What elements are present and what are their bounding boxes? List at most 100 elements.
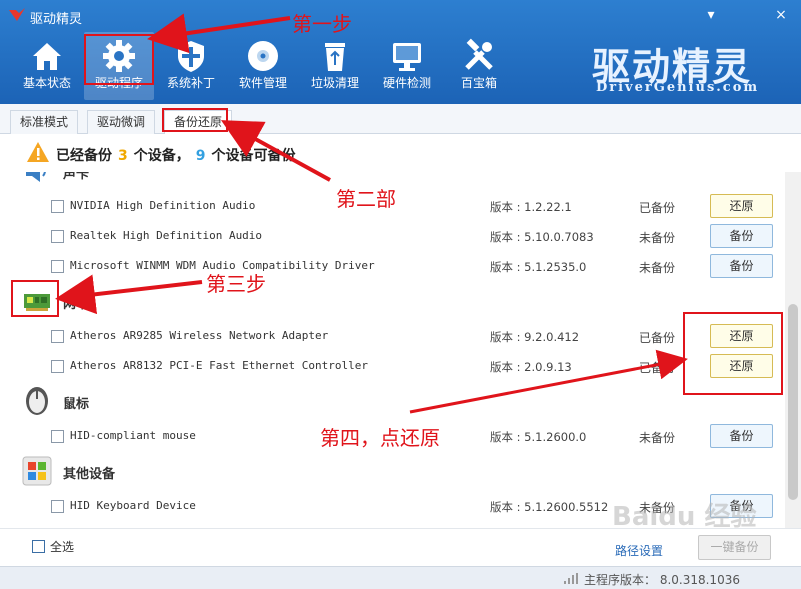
- window-title: 驱动精灵: [30, 12, 83, 27]
- device-checkbox[interactable]: [51, 430, 64, 443]
- device-row: NVIDIA High Definition Audio 版本 : 1.2.22…: [0, 192, 785, 222]
- category-mouse: 鼠标: [0, 384, 785, 418]
- toolbar-item-basic-status[interactable]: 基本状态: [12, 32, 82, 100]
- device-name: HID Keyboard Device: [70, 499, 196, 512]
- select-all-label[interactable]: 全选: [50, 538, 74, 555]
- backup-summary: 已经备份 3 个设备， 9 个设备可备份: [0, 134, 801, 172]
- tab-strip: 标准模式 驱动微调 备份还原: [0, 104, 801, 135]
- device-name: HID-compliant mouse: [70, 429, 196, 442]
- category-name: 声卡: [63, 172, 90, 182]
- device-list: 声卡 NVIDIA High Definition Audio 版本 : 1.2…: [0, 172, 785, 528]
- backup-button[interactable]: 备份: [710, 224, 773, 248]
- backup-status: 未备份: [639, 431, 676, 445]
- toolbar-label: 驱动程序: [94, 76, 143, 90]
- toolbar-item-system-patch[interactable]: 系统补丁: [156, 32, 226, 100]
- available-count: 9: [195, 148, 206, 164]
- toolbar-label: 百宝箱: [460, 76, 497, 90]
- scroll-thumb[interactable]: [788, 304, 798, 500]
- list-scrollbar[interactable]: [785, 172, 801, 528]
- summary-mid: 个设备，: [133, 148, 190, 164]
- backup-status: 已备份: [639, 331, 676, 345]
- top-bar: 驱动精灵 ▾ × 基本状态 驱动程序 系统补丁 软件管理 垃圾清理 硬件检测 百…: [0, 0, 801, 104]
- recycle-bin-icon: [325, 43, 345, 71]
- toolbar-item-cleanup[interactable]: 垃圾清理: [300, 32, 370, 100]
- minimize-button[interactable]: ▾: [700, 5, 722, 25]
- toolbar-label: 系统补丁: [166, 76, 215, 90]
- category-name: 其他设备: [63, 467, 116, 482]
- app-logo-icon: [9, 8, 25, 21]
- disc-icon: [248, 41, 278, 71]
- warning-icon: [27, 142, 49, 162]
- device-checkbox[interactable]: [51, 360, 64, 373]
- device-checkbox[interactable]: [51, 230, 64, 243]
- select-all-checkbox[interactable]: [32, 540, 45, 553]
- backup-button[interactable]: 备份: [710, 254, 773, 278]
- shield-icon: [178, 41, 204, 72]
- status-bar: 主程序版本： 8.0.318.1036: [0, 566, 801, 589]
- tab-backup-restore[interactable]: 备份还原: [164, 110, 233, 135]
- category-network: 网卡: [0, 284, 785, 318]
- restore-button[interactable]: 还原: [710, 324, 773, 348]
- backed-count: 3: [118, 148, 128, 164]
- toolbar-item-toolbox[interactable]: 百宝箱: [444, 32, 514, 100]
- device-row: Atheros AR8132 PCI-E Fast Ethernet Contr…: [0, 352, 785, 382]
- toolbar-label: 基本状态: [22, 76, 71, 90]
- device-checkbox[interactable]: [51, 200, 64, 213]
- footer-bar: 全选 路径设置 一键备份: [0, 528, 801, 566]
- toolbar-item-drivers[interactable]: 驱动程序: [84, 32, 154, 100]
- backup-status: 已备份: [639, 201, 676, 215]
- category-name: 网卡: [63, 297, 90, 312]
- one-click-backup-button[interactable]: 一键备份: [698, 535, 771, 560]
- device-name: Atheros AR9285 Wireless Network Adapter: [70, 329, 329, 342]
- gear-icon: [103, 40, 135, 72]
- program-version: 主程序版本： 8.0.318.1036: [584, 573, 740, 587]
- restore-button[interactable]: 还原: [710, 194, 773, 218]
- device-name: Realtek High Definition Audio: [70, 229, 263, 242]
- watermark: Baidu 经验: [612, 502, 757, 532]
- brand-en: DriverGenius.com: [596, 80, 760, 95]
- device-checkbox[interactable]: [51, 500, 64, 513]
- category-audio: 声卡: [0, 172, 785, 188]
- category-name: 鼠标: [63, 397, 90, 412]
- device-version: 版本 : 5.1.2600.5512: [490, 500, 609, 514]
- device-checkbox[interactable]: [51, 260, 64, 273]
- monitor-icon: [393, 43, 421, 71]
- device-version: 版本 : 2.0.9.13: [490, 360, 572, 374]
- device-name: NVIDIA High Definition Audio: [70, 199, 256, 212]
- tools-icon: [465, 38, 493, 70]
- speaker-icon: [26, 172, 46, 182]
- home-icon: [33, 43, 61, 70]
- title-bar: 驱动精灵 ▾ ×: [0, 0, 801, 30]
- device-row: HID-compliant mouse 版本 : 5.1.2600.0 未备份 …: [0, 422, 785, 452]
- backup-status: 未备份: [639, 231, 676, 245]
- toolbar-label: 硬件检测: [382, 76, 431, 90]
- tab-driver-tuning[interactable]: 驱动微调: [87, 110, 156, 135]
- toolbar-label: 垃圾清理: [310, 76, 359, 90]
- backup-status: 已备份: [639, 361, 676, 375]
- device-version: 版本 : 5.1.2600.0: [490, 430, 587, 444]
- tab-standard-mode[interactable]: 标准模式: [10, 110, 79, 135]
- device-row: Microsoft WINMM WDM Audio Compatibility …: [0, 252, 785, 282]
- device-version: 版本 : 5.1.2535.0: [490, 260, 587, 274]
- windows-icon: [22, 456, 52, 486]
- device-row: Realtek High Definition Audio 版本 : 5.10.…: [0, 222, 785, 252]
- toolbar-item-hardware[interactable]: 硬件检测: [372, 32, 442, 100]
- close-button[interactable]: ×: [770, 5, 792, 25]
- summary-text: 已经备份 3 个设备， 9 个设备可备份: [56, 145, 296, 165]
- device-row: Atheros AR9285 Wireless Network Adapter …: [0, 322, 785, 352]
- mouse-icon: [26, 387, 48, 415]
- brand-logo: 驱动精灵 DriverGenius.com: [592, 36, 767, 98]
- device-version: 版本 : 9.2.0.412: [490, 330, 580, 344]
- backup-status: 未备份: [639, 261, 676, 275]
- device-checkbox[interactable]: [51, 330, 64, 343]
- summary-suffix: 个设备可备份: [211, 148, 296, 164]
- restore-button[interactable]: 还原: [710, 354, 773, 378]
- device-version: 版本 : 5.10.0.7083: [490, 230, 594, 244]
- device-version: 版本 : 1.2.22.1: [490, 200, 572, 214]
- signal-icon: [564, 573, 578, 584]
- device-name: Microsoft WINMM WDM Audio Compatibility …: [70, 259, 375, 272]
- backup-button[interactable]: 备份: [710, 424, 773, 448]
- toolbar-item-software[interactable]: 软件管理: [228, 32, 298, 100]
- path-settings-link[interactable]: 路径设置: [615, 542, 663, 559]
- category-other: 其他设备: [0, 454, 785, 488]
